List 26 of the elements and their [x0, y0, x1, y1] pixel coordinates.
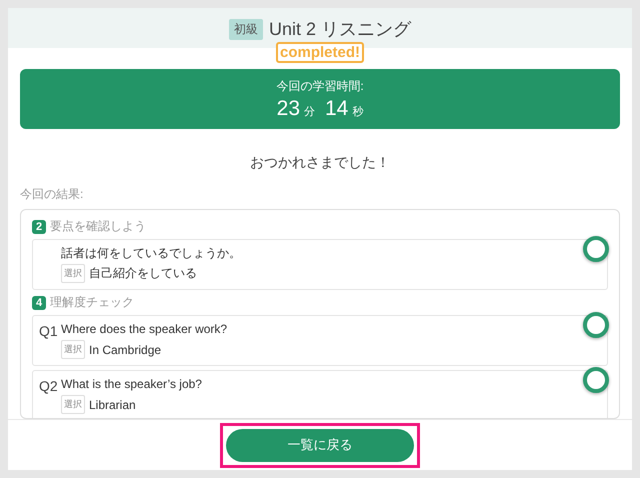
section-number: 4 [32, 296, 46, 310]
answer-text: Librarian [89, 398, 136, 412]
answer-text: In Cambridge [89, 342, 162, 356]
answer-type-tag: 選択 [61, 340, 85, 359]
back-to-list-button[interactable]: 一覧に戻る [226, 428, 414, 462]
question-text: What is the speaker’s job? [61, 376, 202, 392]
completed-badge: completed! [276, 42, 364, 63]
study-time-label: 今回の学習時間: [276, 78, 364, 94]
answer-text: 自己紹介をしている [89, 265, 197, 282]
results-label: 今回の結果: [20, 186, 84, 203]
question-number: Q1 [39, 322, 59, 341]
question-text: 話者は何をしているでしょうか。 [61, 245, 241, 261]
answer-type-tag: 選択 [61, 395, 85, 414]
seconds-value: 14 [325, 96, 348, 120]
minutes-value: 23 [276, 96, 300, 120]
section-number: 2 [32, 220, 46, 234]
section-title: 要点を確認しよう [50, 218, 146, 235]
answer-type-tag: 選択 [61, 264, 85, 283]
completion-message: おつかれさまでした！ [249, 154, 391, 172]
question-number: Q2 [39, 377, 59, 396]
question-text: Where does the speaker work? [61, 321, 228, 337]
level-badge: 初級 [228, 18, 263, 40]
page-title: Unit 2 リスニング [268, 18, 412, 41]
seconds-unit: 秒 [352, 104, 364, 118]
minutes-unit: 分 [304, 104, 315, 118]
section-title: 理解度チェック [50, 294, 134, 311]
